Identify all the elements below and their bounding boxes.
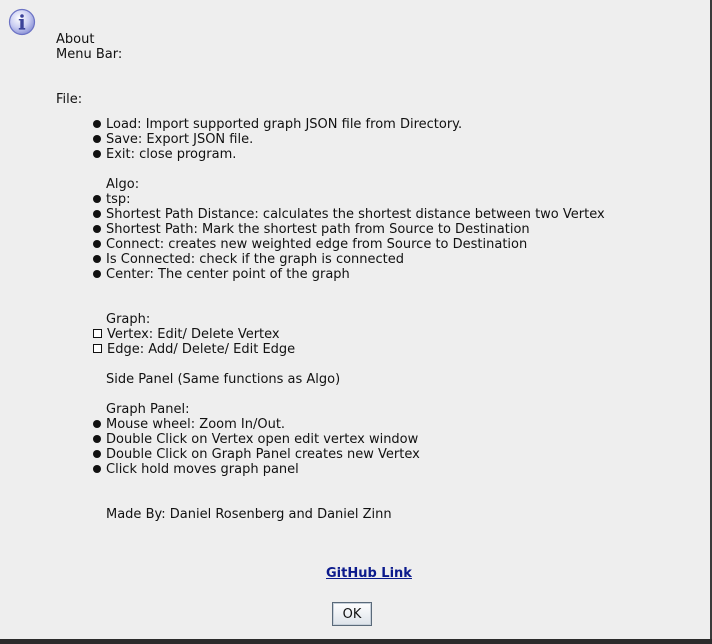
- bullet-icon: [93, 449, 101, 458]
- list-item: Exit: close program.: [93, 147, 236, 162]
- bullet-icon: [93, 194, 101, 203]
- square-bullet-icon: [93, 344, 102, 353]
- square-bullet-icon: [93, 329, 102, 338]
- window-bottom-border: [0, 639, 712, 644]
- github-link[interactable]: GitHub Link: [326, 566, 412, 581]
- list-item: Connect: creates new weighted edge from …: [93, 237, 527, 252]
- list-item: Shortest Path: Mark the shortest path fr…: [93, 222, 530, 237]
- bullet-icon: [93, 464, 101, 473]
- list-item: Save: Export JSON file.: [93, 132, 253, 147]
- list-item: Edge: Add/ Delete/ Edit Edge: [93, 342, 295, 357]
- list-item: Vertex: Edit/ Delete Vertex: [93, 327, 280, 342]
- list-item: tsp:: [93, 192, 131, 207]
- list-item: Load: Import supported graph JSON file f…: [93, 117, 462, 132]
- bullet-icon: [93, 434, 101, 443]
- list-item: Click hold moves graph panel: [93, 462, 299, 477]
- list-item: Center: The center point of the graph: [93, 267, 350, 282]
- graph-heading: Graph:: [106, 312, 151, 327]
- bullet-icon: [93, 209, 101, 218]
- info-icon: [8, 8, 36, 36]
- graph-panel-heading: Graph Panel:: [106, 402, 190, 417]
- menu-bar-heading: Menu Bar:: [56, 47, 123, 62]
- bullet-icon: [93, 239, 101, 248]
- bullet-icon: [93, 224, 101, 233]
- list-item: Double Click on Graph Panel creates new …: [93, 447, 420, 462]
- algo-heading: Algo:: [106, 177, 140, 192]
- bullet-icon: [93, 254, 101, 263]
- list-item: Is Connected: check if the graph is conn…: [93, 252, 404, 267]
- made-by-text: Made By: Daniel Rosenberg and Daniel Zin…: [106, 507, 392, 522]
- about-title: About: [56, 32, 95, 47]
- bullet-icon: [93, 269, 101, 278]
- bullet-icon: [93, 419, 101, 428]
- bullet-icon: [93, 119, 101, 128]
- list-item: Shortest Path Distance: calculates the s…: [93, 207, 605, 222]
- list-item: Double Click on Vertex open edit vertex …: [93, 432, 418, 447]
- bullet-icon: [93, 134, 101, 143]
- ok-button[interactable]: OK: [332, 602, 372, 626]
- list-item: Mouse wheel: Zoom In/Out.: [93, 417, 285, 432]
- side-panel-text: Side Panel (Same functions as Algo): [106, 372, 341, 387]
- bullet-icon: [93, 149, 101, 158]
- file-heading: File:: [56, 92, 83, 107]
